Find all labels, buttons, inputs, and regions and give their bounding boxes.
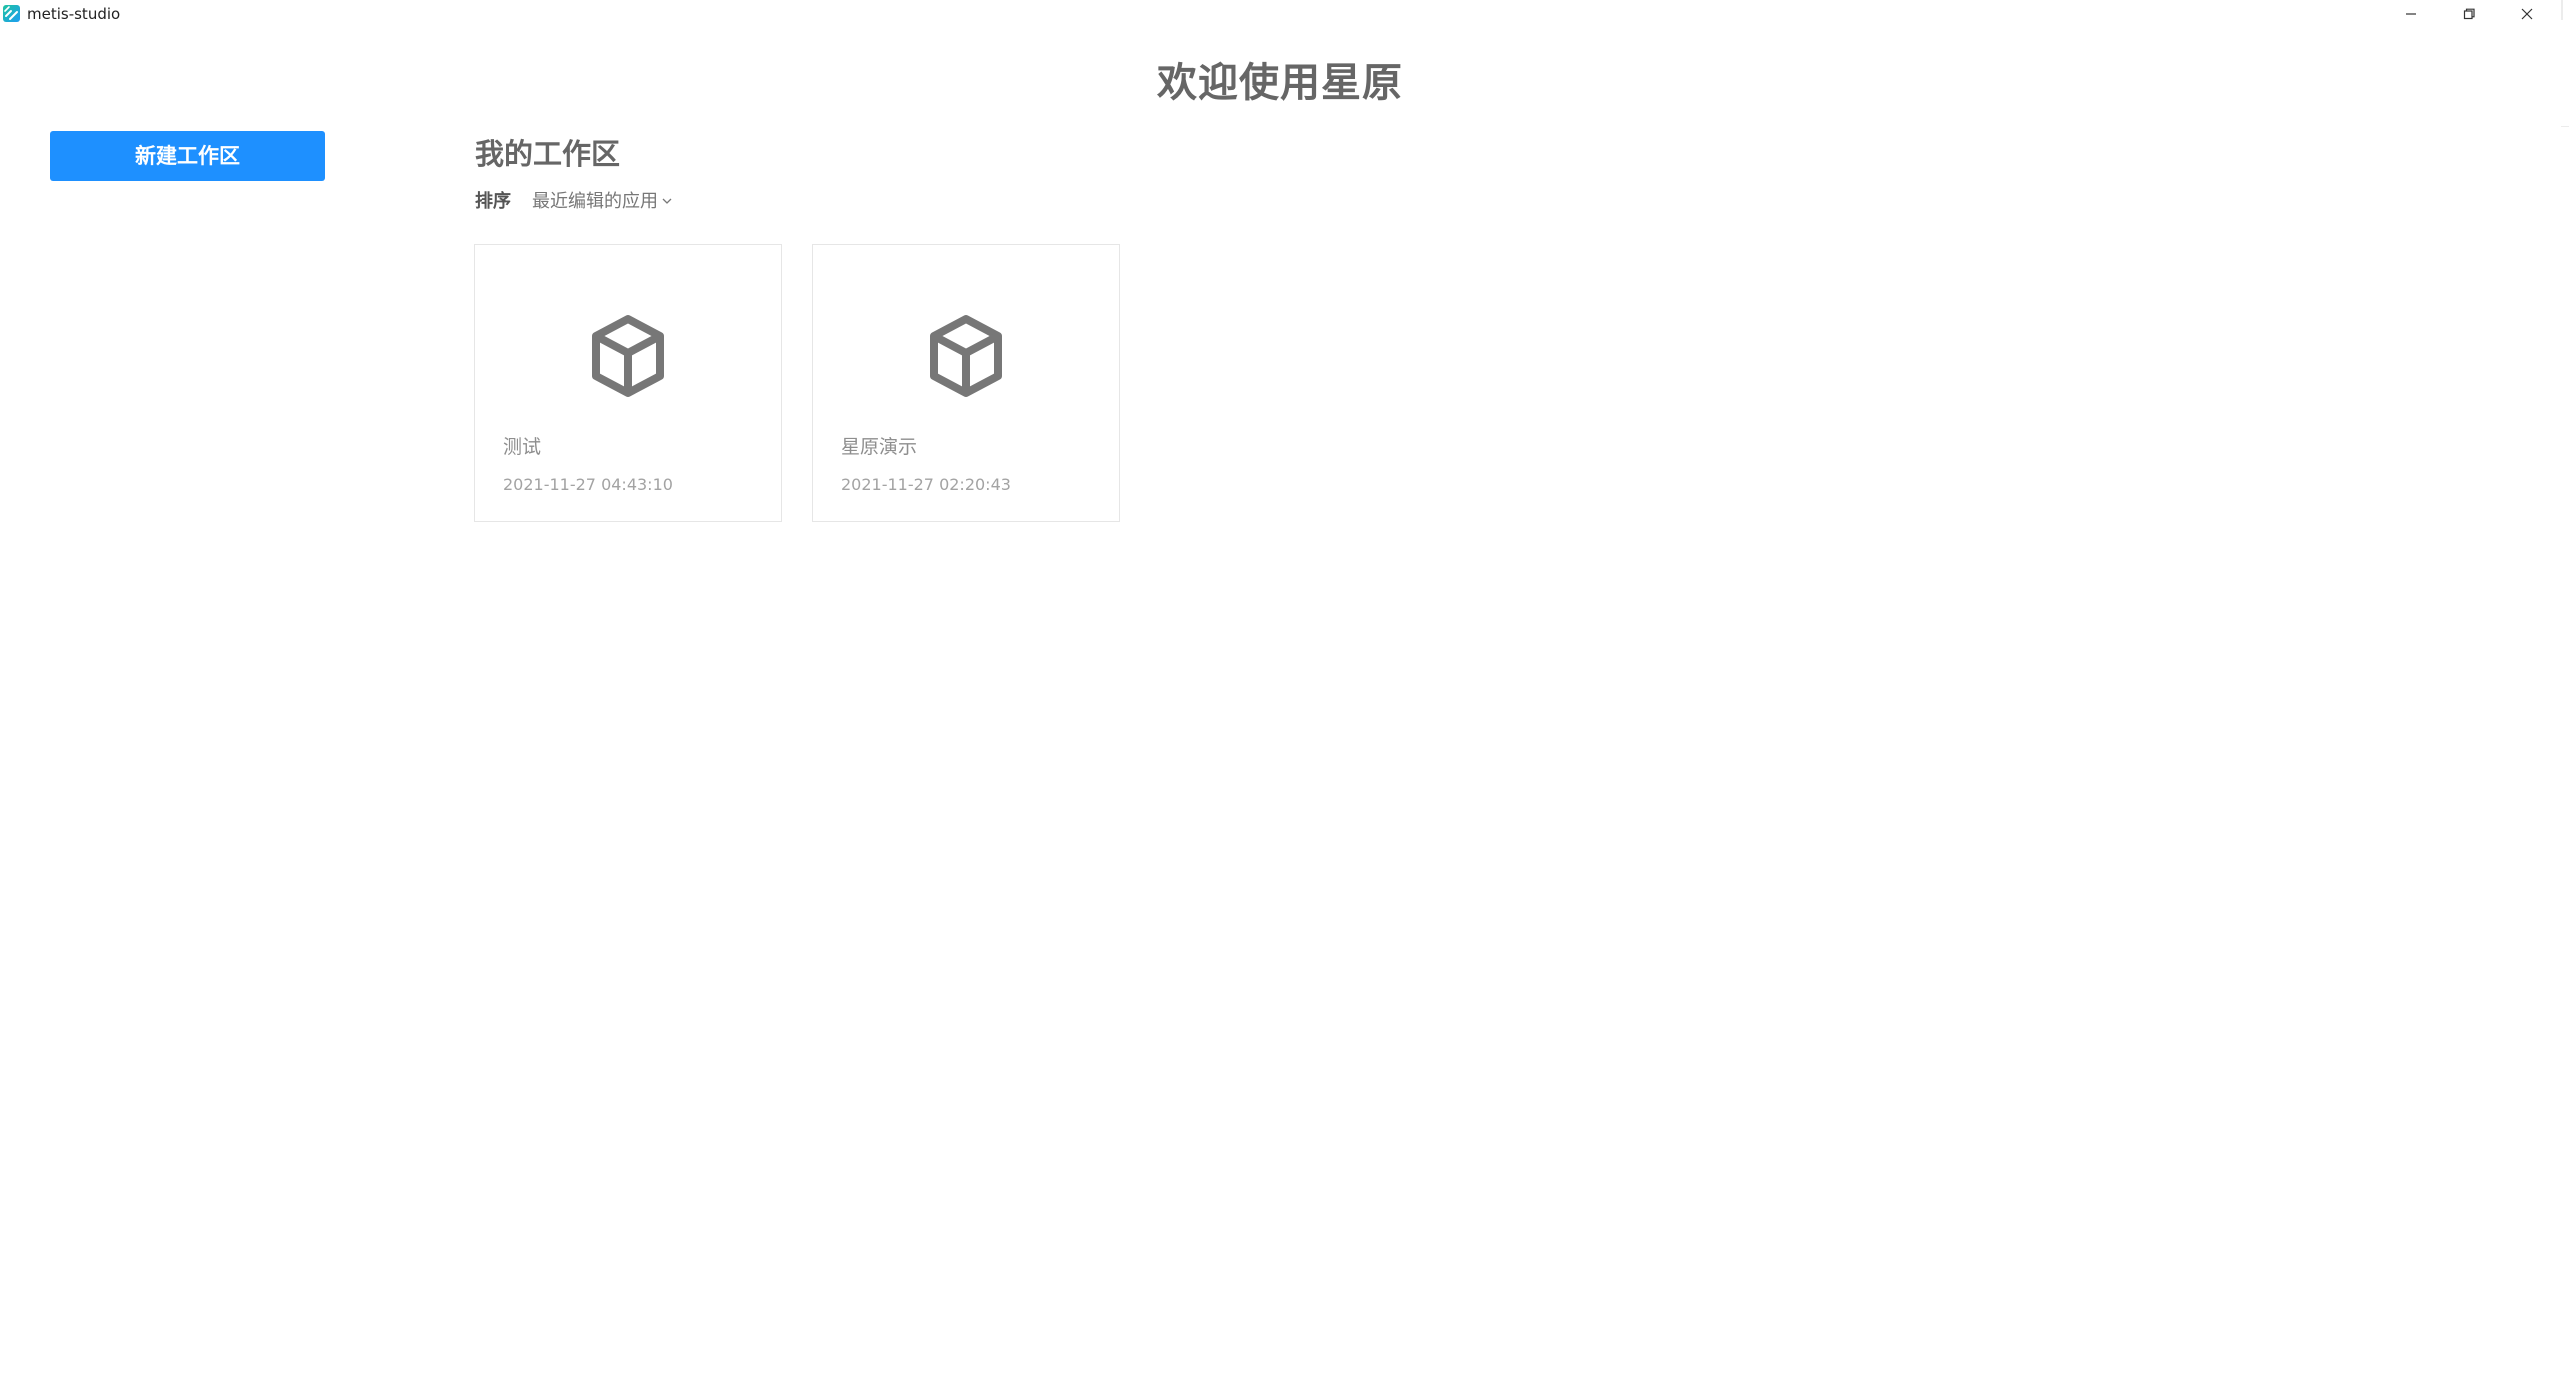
app-window: metis-studio 欢迎使用星原 新建工作区 我的工作区 排序 最近编辑的… xyxy=(0,0,2569,1386)
minimize-button[interactable] xyxy=(2382,0,2440,28)
minimize-icon xyxy=(2404,7,2418,21)
new-workspace-button[interactable]: 新建工作区 xyxy=(50,131,325,181)
sort-label: 排序 xyxy=(475,191,511,212)
restore-button[interactable] xyxy=(2440,0,2498,28)
cube-icon xyxy=(926,313,1006,403)
sort-dropdown[interactable]: 最近编辑的应用 xyxy=(532,189,673,215)
chevron-down-icon xyxy=(661,189,673,215)
window-title: metis-studio xyxy=(27,5,121,23)
section-title: 我的工作区 xyxy=(475,137,621,171)
title-bar[interactable]: metis-studio xyxy=(0,0,2569,28)
close-button[interactable] xyxy=(2498,0,2556,28)
sort-value: 最近编辑的应用 xyxy=(532,191,658,212)
workspace-name: 测试 xyxy=(503,436,542,458)
workspace-updated-time: 2021-11-27 02:20:43 xyxy=(841,475,1011,494)
metis-logo-icon xyxy=(3,5,20,22)
page-title: 欢迎使用星原 xyxy=(1157,60,1403,106)
close-icon xyxy=(2520,7,2534,21)
window-edge-divider xyxy=(2561,126,2569,127)
window-edge-divider xyxy=(2561,0,2563,20)
restore-icon xyxy=(2462,7,2476,21)
workspace-updated-time: 2021-11-27 04:43:10 xyxy=(503,475,673,494)
workspace-card[interactable]: 星原演示 2021-11-27 02:20:43 xyxy=(812,244,1120,522)
cube-icon xyxy=(588,313,668,403)
workspace-card[interactable]: 测试 2021-11-27 04:43:10 xyxy=(474,244,782,522)
workspace-name: 星原演示 xyxy=(841,436,918,458)
